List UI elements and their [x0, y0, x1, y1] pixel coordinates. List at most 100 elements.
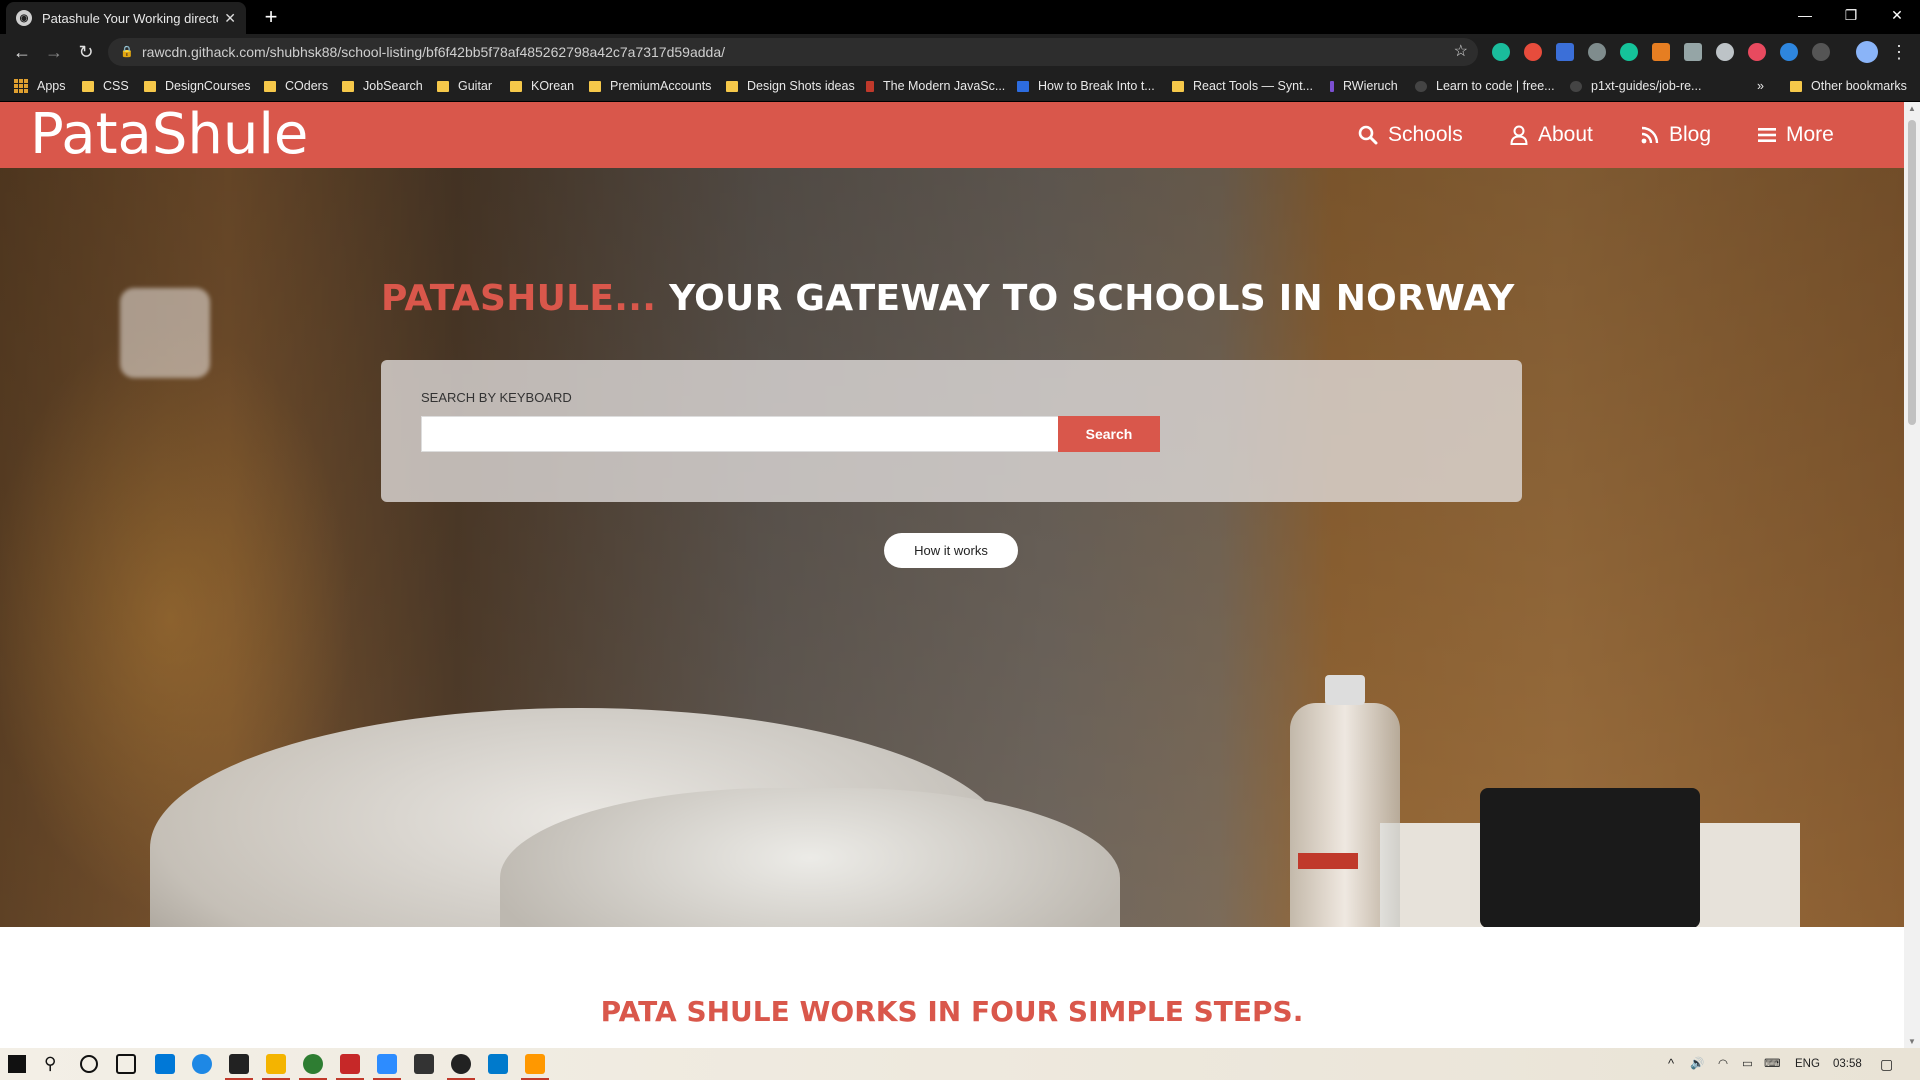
action-center-icon[interactable]: ▢: [1880, 1048, 1893, 1080]
folder-icon: [510, 80, 522, 92]
close-tab-icon[interactable]: ✕: [224, 10, 236, 27]
browser-window: ◉ Patashule Your Working directory ✕ + —…: [0, 0, 1920, 1080]
forward-button[interactable]: →: [42, 40, 66, 64]
bookmarks-bar: Apps CSS DesignCourses COders JobSearch …: [0, 70, 1920, 102]
bookmark-folder[interactable]: KOrean: [510, 70, 574, 102]
volume-icon[interactable]: 🔊: [1690, 1048, 1704, 1080]
store-icon[interactable]: [225, 1054, 253, 1080]
back-button[interactable]: ←: [10, 40, 34, 64]
extension-icon[interactable]: [1748, 43, 1766, 61]
extension-icon[interactable]: [1780, 43, 1798, 61]
mail-icon[interactable]: [155, 1054, 175, 1074]
scroll-down-icon[interactable]: ▼: [1904, 1037, 1920, 1046]
minimize-window-button[interactable]: —: [1782, 0, 1828, 30]
browser-tab[interactable]: ◉ Patashule Your Working directory ✕: [6, 2, 246, 34]
bookmark-folder[interactable]: JobSearch: [342, 70, 423, 102]
extension-icon[interactable]: [1556, 43, 1574, 61]
bookmark-star-icon[interactable]: ☆: [1454, 38, 1468, 66]
site-navbar: PataShule Schools About Blog More: [0, 102, 1904, 168]
folder-icon: [82, 80, 94, 92]
search-icon[interactable]: ⚲: [44, 1054, 64, 1074]
search-input[interactable]: [421, 416, 1059, 452]
bookmark-folder[interactable]: DesignCourses: [144, 70, 250, 102]
url-text: rawcdn.githack.com/shubhsk88/school-list…: [142, 44, 725, 60]
clock[interactable]: 03:58: [1833, 1048, 1862, 1080]
media-player-icon[interactable]: [447, 1054, 475, 1080]
windows-start-icon[interactable]: [8, 1055, 26, 1073]
sublime-text-icon[interactable]: [521, 1054, 549, 1080]
cortana-icon[interactable]: [80, 1055, 98, 1073]
nav-schools[interactable]: Schools: [1358, 102, 1463, 168]
extension-icon[interactable]: [1492, 43, 1510, 61]
bookmark-folder[interactable]: COders: [264, 70, 328, 102]
bookmark-link[interactable]: p1xt-guides/job-re...: [1570, 70, 1701, 102]
steps-section-title: PATA SHULE WORKS IN FOUR SIMPLE STEPS.: [600, 995, 1304, 1028]
vscode-icon[interactable]: [488, 1054, 508, 1074]
how-it-works-button[interactable]: How it works: [884, 533, 1018, 568]
extension-icon[interactable]: [1588, 43, 1606, 61]
page-scrollbar[interactable]: ▲ ▼: [1904, 102, 1920, 1048]
search-panel: SEARCH BY KEYBOARD Search: [381, 360, 1522, 502]
bookmark-link[interactable]: React Tools — Synt...: [1172, 70, 1313, 102]
nav-more[interactable]: More: [1758, 102, 1834, 168]
search-icon: [1358, 125, 1378, 145]
folder-icon: [342, 80, 354, 92]
taskbar: ⚲ ^ 🔊 ◠ ▭ ⌨ ENG 03:58 ▢: [0, 1048, 1920, 1080]
react-devtools-icon[interactable]: [1716, 43, 1734, 61]
extension-icon[interactable]: [1652, 43, 1670, 61]
nav-about[interactable]: About: [1510, 102, 1593, 168]
bookmark-link[interactable]: The Modern JavaSc...: [866, 70, 1005, 102]
hero-background-image: [1480, 788, 1700, 927]
zoom-icon[interactable]: [373, 1054, 401, 1080]
nav-blog[interactable]: Blog: [1641, 102, 1711, 168]
bookmark-apps[interactable]: Apps: [14, 70, 66, 102]
folder-icon: [589, 80, 601, 92]
bookmark-folder[interactable]: CSS: [82, 70, 129, 102]
lock-icon: 🔒: [120, 46, 134, 58]
grammarly-icon[interactable]: [1620, 43, 1638, 61]
keyboard-icon[interactable]: ⌨: [1764, 1048, 1781, 1080]
folder-icon: [437, 80, 449, 92]
battery-icon[interactable]: ▭: [1742, 1048, 1753, 1080]
site-logo[interactable]: PataShule: [30, 104, 308, 166]
browser-toolbar: ← → ↻ 🔒 rawcdn.githack.com/shubhsk88/sch…: [0, 34, 1920, 70]
language-indicator[interactable]: ENG: [1795, 1048, 1820, 1080]
address-bar[interactable]: 🔒 rawcdn.githack.com/shubhsk88/school-li…: [108, 38, 1478, 66]
bookmark-folder[interactable]: Design Shots ideas: [726, 70, 855, 102]
page-viewport: PataShule Schools About Blog More PATASH…: [0, 102, 1904, 1048]
site-favicon-icon: ◉: [16, 10, 32, 26]
scrollbar-thumb[interactable]: [1908, 120, 1916, 425]
folder-icon: [1790, 80, 1802, 92]
bookmark-link[interactable]: Learn to code | free...: [1415, 70, 1555, 102]
tray-overflow-icon[interactable]: ^: [1668, 1048, 1674, 1080]
new-tab-button[interactable]: +: [258, 4, 284, 30]
edge-icon[interactable]: [192, 1054, 212, 1074]
site-icon: [1172, 80, 1184, 92]
chrome-icon[interactable]: [299, 1054, 327, 1080]
bookmarks-overflow-button[interactable]: »: [1757, 70, 1764, 102]
reload-button[interactable]: ↻: [74, 40, 98, 64]
extension-icon[interactable]: [1812, 43, 1830, 61]
restore-window-button[interactable]: ❐: [1828, 0, 1874, 30]
folder-icon: [264, 80, 276, 92]
task-view-icon[interactable]: [116, 1054, 136, 1074]
other-bookmarks[interactable]: Other bookmarks: [1790, 70, 1907, 102]
site-icon: [1017, 80, 1029, 92]
hero-title-rest: YOUR GATEWAY TO SCHOOLS IN NORWAY: [669, 278, 1515, 319]
bookmark-folder[interactable]: Guitar: [437, 70, 492, 102]
close-window-button[interactable]: ✕: [1874, 0, 1920, 30]
bookmark-folder[interactable]: PremiumAccounts: [589, 70, 711, 102]
bookmark-link[interactable]: How to Break Into t...: [1017, 70, 1155, 102]
file-explorer-icon[interactable]: [262, 1054, 290, 1080]
wifi-icon[interactable]: ◠: [1718, 1048, 1728, 1080]
folder-icon: [726, 80, 738, 92]
extension-icon[interactable]: [1524, 43, 1542, 61]
app-icon[interactable]: [336, 1054, 364, 1080]
bookmark-link[interactable]: RWieruch: [1330, 70, 1398, 102]
profile-avatar[interactable]: [1856, 41, 1878, 63]
extension-icon[interactable]: [1684, 43, 1702, 61]
app-icon[interactable]: [414, 1054, 434, 1074]
search-button[interactable]: Search: [1058, 416, 1160, 452]
scroll-up-icon[interactable]: ▲: [1904, 104, 1920, 113]
browser-menu-icon[interactable]: ⋮: [1890, 40, 1908, 64]
